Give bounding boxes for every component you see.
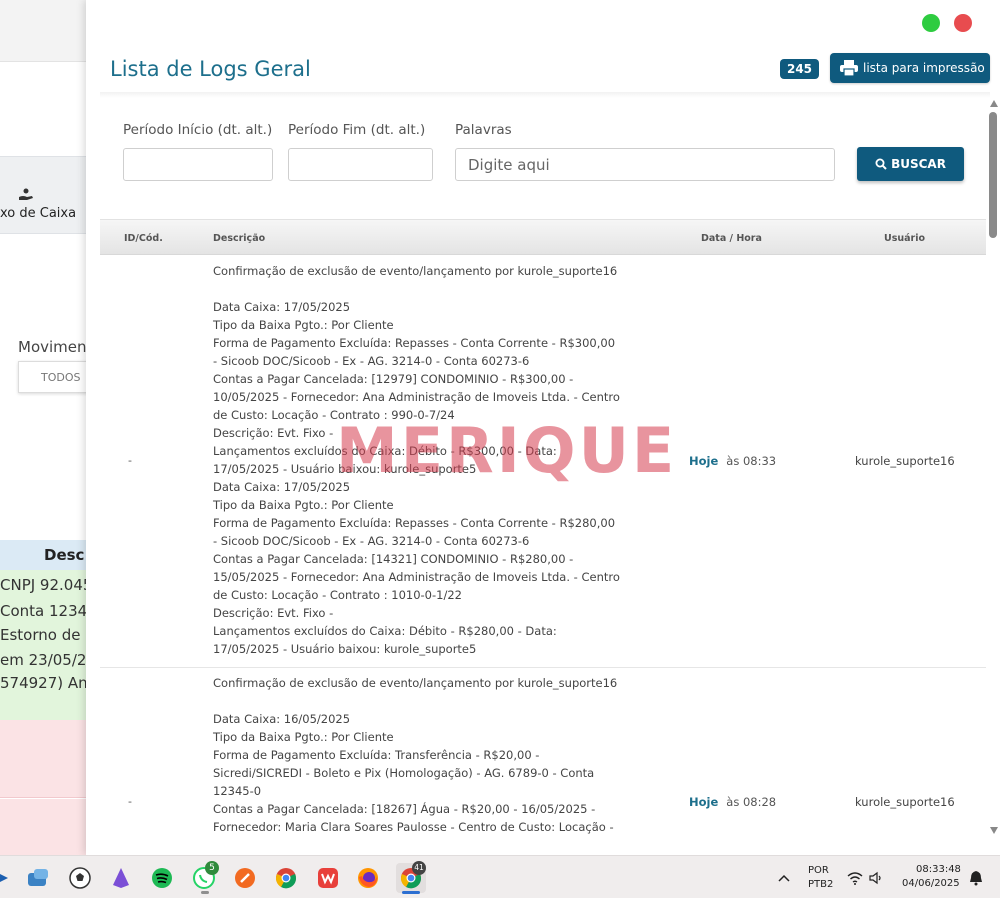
clock-time[interactable]: 08:33:48: [916, 864, 961, 875]
background-row-pink: [0, 720, 100, 798]
chrome-icon[interactable]: [274, 866, 298, 890]
hand-coin-icon: [18, 188, 34, 206]
keywords-label: Palavras: [455, 122, 512, 138]
row-id: -: [128, 795, 132, 808]
cashflow-tile-label: xo de Caixa: [0, 206, 77, 221]
background-row-pink: [0, 799, 100, 855]
page-title: Lista de Logs Geral: [110, 57, 311, 81]
row-time: às 08:33: [726, 454, 777, 468]
table-row[interactable]: - Confirmação de exclusão de evento/lanç…: [100, 256, 987, 668]
start-date-label: Período Início (dt. alt.): [123, 122, 273, 138]
end-date-label: Período Fim (dt. alt.): [288, 122, 426, 138]
close-button[interactable]: [954, 14, 972, 32]
scroll-down-icon[interactable]: [990, 827, 998, 834]
background-row-text: Estorno de D: [0, 626, 97, 644]
background-row-text: em 23/05/2: [0, 651, 87, 669]
proton-icon[interactable]: [109, 866, 133, 890]
print-list-button[interactable]: lista para impressão: [830, 53, 990, 83]
scrollbar-thumb[interactable]: [989, 112, 997, 238]
header-divider: [100, 92, 990, 98]
row-description: Confirmação de exclusão de evento/lançam…: [213, 264, 620, 656]
taskbar: 5 41 POR PTB2 08:33:48 04/06/2025: [0, 855, 1000, 898]
logs-table-header: ID/Cód. Descrição Data / Hora Usuário: [100, 219, 987, 255]
table-row[interactable]: - Confirmação de exclusão de evento/lanç…: [100, 668, 987, 855]
chrome-profile-badge: 41: [412, 861, 426, 875]
firefox-icon[interactable]: [356, 866, 380, 890]
search-button[interactable]: BUSCAR: [857, 147, 964, 181]
background-header: [0, 0, 100, 62]
volume-icon[interactable]: [864, 866, 888, 890]
background-row-text: Conta 12345: [0, 602, 97, 620]
row-datetime: Hoje às 08:28: [689, 795, 776, 809]
whatsapp-badge: 5: [205, 861, 219, 875]
notification-icon[interactable]: [964, 866, 988, 890]
row-day: Hoje: [689, 795, 719, 809]
search-button-label: BUSCAR: [891, 157, 946, 171]
row-description: Confirmação de exclusão de evento/lançam…: [213, 676, 618, 834]
row-datetime: Hoje às 08:33: [689, 454, 776, 468]
search-icon: [875, 158, 887, 170]
background-app: xo de Caixa Movimen TODOS Desc CNPJ 92.0…: [0, 0, 100, 855]
language-indicator[interactable]: POR: [808, 865, 829, 876]
keyboard-layout-indicator[interactable]: PTB2: [808, 879, 833, 890]
soccer-app-icon[interactable]: [68, 866, 92, 890]
start-date-input[interactable]: [123, 148, 273, 181]
column-id[interactable]: ID/Cód.: [124, 233, 163, 244]
row-id: -: [128, 454, 132, 467]
wps-office-icon[interactable]: [316, 866, 340, 890]
row-day: Hoje: [689, 454, 719, 468]
pinned-app-icon[interactable]: [0, 866, 18, 890]
row-user: kurole_suporte16: [855, 454, 955, 468]
log-count-badge: 245: [780, 59, 819, 79]
column-user[interactable]: Usuário: [884, 233, 925, 244]
background-row-green: CNPJ 92.045 Conta 12345 Estorno de D em …: [0, 570, 100, 720]
print-button-label: lista para impressão: [863, 61, 985, 75]
background-row-text: CNPJ 92.045: [0, 576, 93, 594]
row-user: kurole_suporte16: [855, 795, 955, 809]
clock-date[interactable]: 04/06/2025: [902, 878, 960, 889]
maximize-button[interactable]: [922, 14, 940, 32]
whatsapp-running-indicator: [201, 891, 209, 894]
printer-icon: [840, 60, 858, 76]
scroll-up-icon[interactable]: [990, 100, 998, 107]
movements-label: Movimen: [18, 338, 87, 356]
column-description[interactable]: Descrição: [213, 233, 265, 244]
end-date-input[interactable]: [288, 148, 433, 181]
chevron-up-icon[interactable]: [772, 866, 796, 890]
row-time: às 08:28: [726, 795, 777, 809]
column-datetime[interactable]: Data / Hora: [701, 233, 762, 244]
weather-icon[interactable]: [26, 866, 50, 890]
logs-modal: Lista de Logs Geral 245 lista para impre…: [86, 0, 1000, 855]
active-app-indicator: [402, 891, 420, 894]
keywords-input[interactable]: [455, 148, 835, 181]
pen-app-icon[interactable]: [233, 866, 257, 890]
cashflow-tile[interactable]: [0, 156, 100, 234]
background-row-text: 574927) An: [0, 674, 88, 692]
spotify-icon[interactable]: [150, 866, 174, 890]
description-column-header: Desc: [0, 540, 100, 570]
